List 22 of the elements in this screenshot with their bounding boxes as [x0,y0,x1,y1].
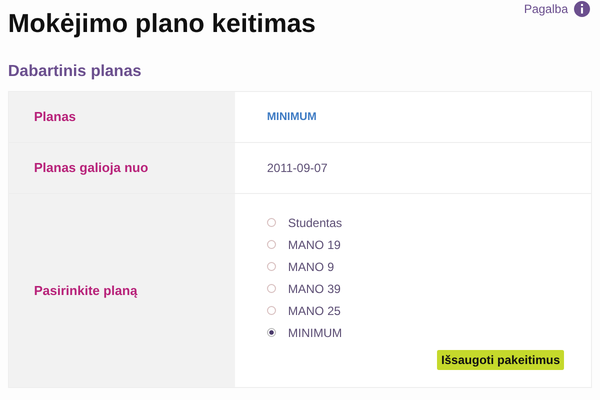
plan-name: MINIMUM [267,111,318,123]
page-title: Mokėjimo plano keitimas [8,8,316,39]
row-label: Planas [34,109,76,124]
date-value: 2011-09-07 [267,161,328,175]
radio-button[interactable] [267,328,276,337]
radio-label[interactable]: MANO 39 [288,282,341,296]
radio-button[interactable] [267,306,276,315]
section-title: Dabartinis planas [8,63,142,81]
radio-button[interactable] [267,262,276,271]
radio-button[interactable] [267,284,276,293]
radio-label[interactable]: MANO 25 [288,304,341,318]
radio-button[interactable] [267,218,276,227]
help-icon[interactable] [574,1,590,17]
radio-label[interactable]: MANO 9 [288,260,334,274]
save-button[interactable]: Išsaugoti pakeitimus [437,350,564,370]
radio-label[interactable]: MINIMUM [288,326,342,340]
row-label: Planas galioja nuo [34,160,148,175]
row-label: Pasirinkite planą [34,283,138,298]
help-link[interactable]: Pagalba [524,2,568,16]
radio-label[interactable]: MANO 19 [288,238,341,252]
radio-button[interactable] [267,240,276,249]
radio-label[interactable]: Studentas [288,216,342,230]
